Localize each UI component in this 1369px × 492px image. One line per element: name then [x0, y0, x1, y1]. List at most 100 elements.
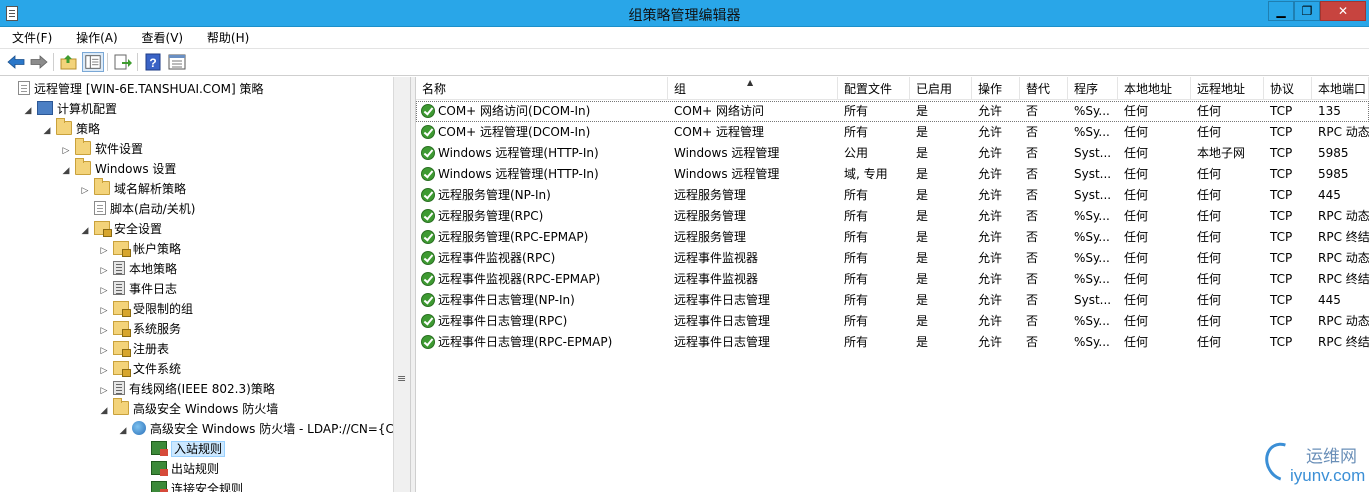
tree-node[interactable]: ▷ 有线网络(IEEE 802.3)策略	[99, 379, 275, 399]
col-remote-address-cell: 任何	[1197, 272, 1222, 286]
tree-node-label: 连接安全规则	[171, 482, 244, 492]
watermark-text: 运维网	[1306, 447, 1357, 467]
collapse-arrow-icon[interactable]: ◢	[80, 221, 90, 241]
col-local-port-cell: RPC 动态	[1318, 251, 1369, 265]
tree-node[interactable]: ▷ 系统服务	[99, 319, 181, 339]
tree-node[interactable]: ▷ 本地策略	[99, 259, 177, 279]
col-remote-address-header[interactable]: 远程地址	[1191, 77, 1264, 100]
col-local-address-header[interactable]: 本地地址	[1118, 77, 1191, 100]
tree-node[interactable]: ◢ 计算机配置	[23, 99, 117, 119]
col-action-cell: 允许	[978, 314, 1003, 328]
col-program-header[interactable]: 程序	[1068, 77, 1118, 100]
close-button[interactable]: ✕	[1320, 1, 1366, 21]
tree-node-label: 注册表	[133, 342, 170, 356]
col-remote-address-cell: 任何	[1197, 335, 1222, 349]
expand-arrow-icon[interactable]: ▷	[99, 281, 109, 301]
tree-node[interactable]: ◢ 高级安全 Windows 防火墙	[99, 398, 278, 421]
expand-arrow-icon[interactable]: ▷	[80, 181, 90, 201]
minimize-button[interactable]: ▁	[1268, 1, 1294, 21]
tree-node[interactable]: ◢ 策略	[42, 118, 100, 141]
tree-node[interactable]: 连接安全规则	[137, 479, 243, 492]
tree-node[interactable]: 出站规则	[137, 459, 219, 479]
menu-help[interactable]: 帮助(H)	[195, 27, 257, 46]
menu-file[interactable]: 文件(F)	[0, 27, 60, 46]
menu-action[interactable]: 操作(A)	[64, 27, 126, 46]
expand-arrow-icon[interactable]: ▷	[99, 321, 109, 341]
tree-node-label: 域名解析策略	[114, 182, 187, 196]
enabled-check-icon	[421, 104, 435, 118]
table-row[interactable]: 远程事件监视器(RPC-EPMAP) 远程事件监视器 所有 是 允许 否 %Sy... 任何 任…	[416, 269, 1369, 290]
col-override-header[interactable]: 替代	[1020, 77, 1068, 100]
expand-arrow-icon[interactable]: ▷	[99, 341, 109, 361]
collapse-arrow-icon[interactable]: ◢	[118, 421, 128, 441]
forward-icon[interactable]	[28, 52, 50, 72]
col-enabled-cell: 是	[916, 167, 929, 181]
help-icon[interactable]: ?	[142, 52, 164, 72]
collapse-arrow-icon[interactable]: ◢	[61, 161, 71, 181]
tree-node-label: 入站规则	[171, 441, 226, 457]
col-profile-cell: 所有	[844, 188, 869, 202]
col-group-header[interactable]: 组	[668, 77, 838, 100]
collapse-arrow-icon[interactable]: ◢	[99, 401, 109, 421]
tree-node[interactable]: ▷ 注册表	[99, 339, 169, 359]
expand-arrow-icon[interactable]: ▷	[99, 381, 109, 401]
table-row[interactable]: 远程事件监视器(RPC) 远程事件监视器 所有 是 允许 否 %Sy... 任何 任何 TCP RP…	[416, 248, 1369, 269]
table-row[interactable]: Windows 远程管理(HTTP-In) Windows 远程管理 域, 专用 是 允…	[416, 164, 1369, 185]
col-local-address-cell: 任何	[1124, 146, 1149, 160]
up-folder-icon[interactable]	[58, 52, 80, 72]
restore-button[interactable]: ❐	[1294, 1, 1320, 21]
folder-icon	[75, 158, 91, 175]
tree-node[interactable]: ▷ 域名解析策略	[80, 178, 187, 201]
back-icon[interactable]	[5, 52, 27, 72]
col-name-header[interactable]: 名称	[416, 77, 668, 100]
show-tree-icon[interactable]	[82, 52, 104, 72]
collapse-arrow-icon[interactable]: ◢	[42, 121, 52, 141]
tree-node[interactable]: ▷ 帐户策略	[99, 239, 181, 259]
col-action-cell: 允许	[978, 125, 1003, 139]
expand-arrow-icon[interactable]: ▷	[99, 261, 109, 281]
tree-node[interactable]: ◢ Windows 设置	[61, 158, 176, 181]
col-profile-header[interactable]: 配置文件	[838, 77, 910, 100]
enabled-check-icon	[421, 335, 435, 349]
collapse-arrow-icon[interactable]: ◢	[23, 101, 33, 121]
tree-node[interactable]: ▷ 软件设置	[61, 138, 143, 161]
expand-arrow-icon[interactable]: ▷	[99, 301, 109, 321]
col-enabled-cell: 是	[916, 125, 929, 139]
tree-node[interactable]: ▷ 文件系统	[99, 359, 181, 379]
col-override-cell: 否	[1026, 209, 1039, 223]
tree-node[interactable]: ▷ 受限制的组	[99, 299, 193, 319]
tree-node[interactable]: 脚本(启动/关机)	[80, 199, 195, 219]
col-local-port-header[interactable]: 本地端口	[1312, 77, 1369, 100]
table-row[interactable]: 远程事件日志管理(RPC-EPMAP) 远程事件日志管理 所有 是 允许 否 %Sy... 任…	[416, 332, 1369, 353]
sheet-icon	[113, 281, 125, 295]
col-protocol-cell: TCP	[1270, 314, 1293, 328]
table-row[interactable]: 远程服务管理(RPC-EPMAP) 远程服务管理 所有 是 允许 否 %Sy... 任何 任何 T…	[416, 227, 1369, 248]
tree-node[interactable]: ▷ 事件日志	[99, 279, 177, 299]
col-enabled-header[interactable]: 已启用	[910, 77, 972, 100]
table-row[interactable]: 远程事件日志管理(NP-In) 远程事件日志管理 所有 是 允许 否 Syst... 任何 任何…	[416, 290, 1369, 311]
tree-node[interactable]: ◢ 高级安全 Windows 防火墙 - LDAP://CN={C3F	[118, 419, 393, 439]
expand-arrow-icon[interactable]: ▷	[99, 361, 109, 381]
table-row[interactable]: 远程服务管理(NP-In) 远程服务管理 所有 是 允许 否 Syst... 任何 任何 TCP 4…	[416, 185, 1369, 206]
export-list-icon[interactable]	[112, 52, 134, 72]
tree-node-label: 计算机配置	[57, 102, 118, 116]
menu-view[interactable]: 查看(V)	[130, 27, 192, 46]
tree-node[interactable]: 入站规则	[137, 439, 226, 459]
table-row[interactable]: 远程事件日志管理(RPC) 远程事件日志管理 所有 是 允许 否 %Sy... 任何 任何 TCP…	[416, 311, 1369, 332]
expand-arrow-icon[interactable]: ▷	[61, 141, 71, 161]
col-name-cell: 远程事件监视器(RPC)	[416, 248, 668, 269]
table-row[interactable]: COM+ 远程管理(DCOM-In) COM+ 远程管理 所有 是 允许 否 %Sy... 任…	[416, 122, 1369, 143]
table-row[interactable]: COM+ 网络访问(DCOM-In) COM+ 网络访问 所有 是 允许 否 %Sy... 任…	[416, 101, 1369, 122]
table-row[interactable]: 远程服务管理(RPC) 远程服务管理 所有 是 允许 否 %Sy... 任何 任何 TCP RPC …	[416, 206, 1369, 227]
col-action-header[interactable]: 操作	[972, 77, 1020, 100]
tree-scrollbar[interactable]: ≡	[393, 77, 410, 492]
expand-arrow-icon[interactable]: ▷	[99, 241, 109, 261]
scrollbar-grip-icon[interactable]: ≡	[397, 372, 407, 385]
tree-node[interactable]: ◢ 安全设置	[80, 219, 162, 239]
tree-node-label: 受限制的组	[133, 302, 194, 316]
col-protocol-header[interactable]: 协议	[1264, 77, 1312, 100]
properties-view-icon[interactable]	[166, 52, 188, 72]
col-local-address-cell: 任何	[1124, 272, 1149, 286]
table-row[interactable]: Windows 远程管理(HTTP-In) Windows 远程管理 公用 是 允许 否 S…	[416, 143, 1369, 164]
tree-node[interactable]: 远程管理 [WIN-6E.TANSHUAI.COM] 策略	[4, 79, 263, 99]
